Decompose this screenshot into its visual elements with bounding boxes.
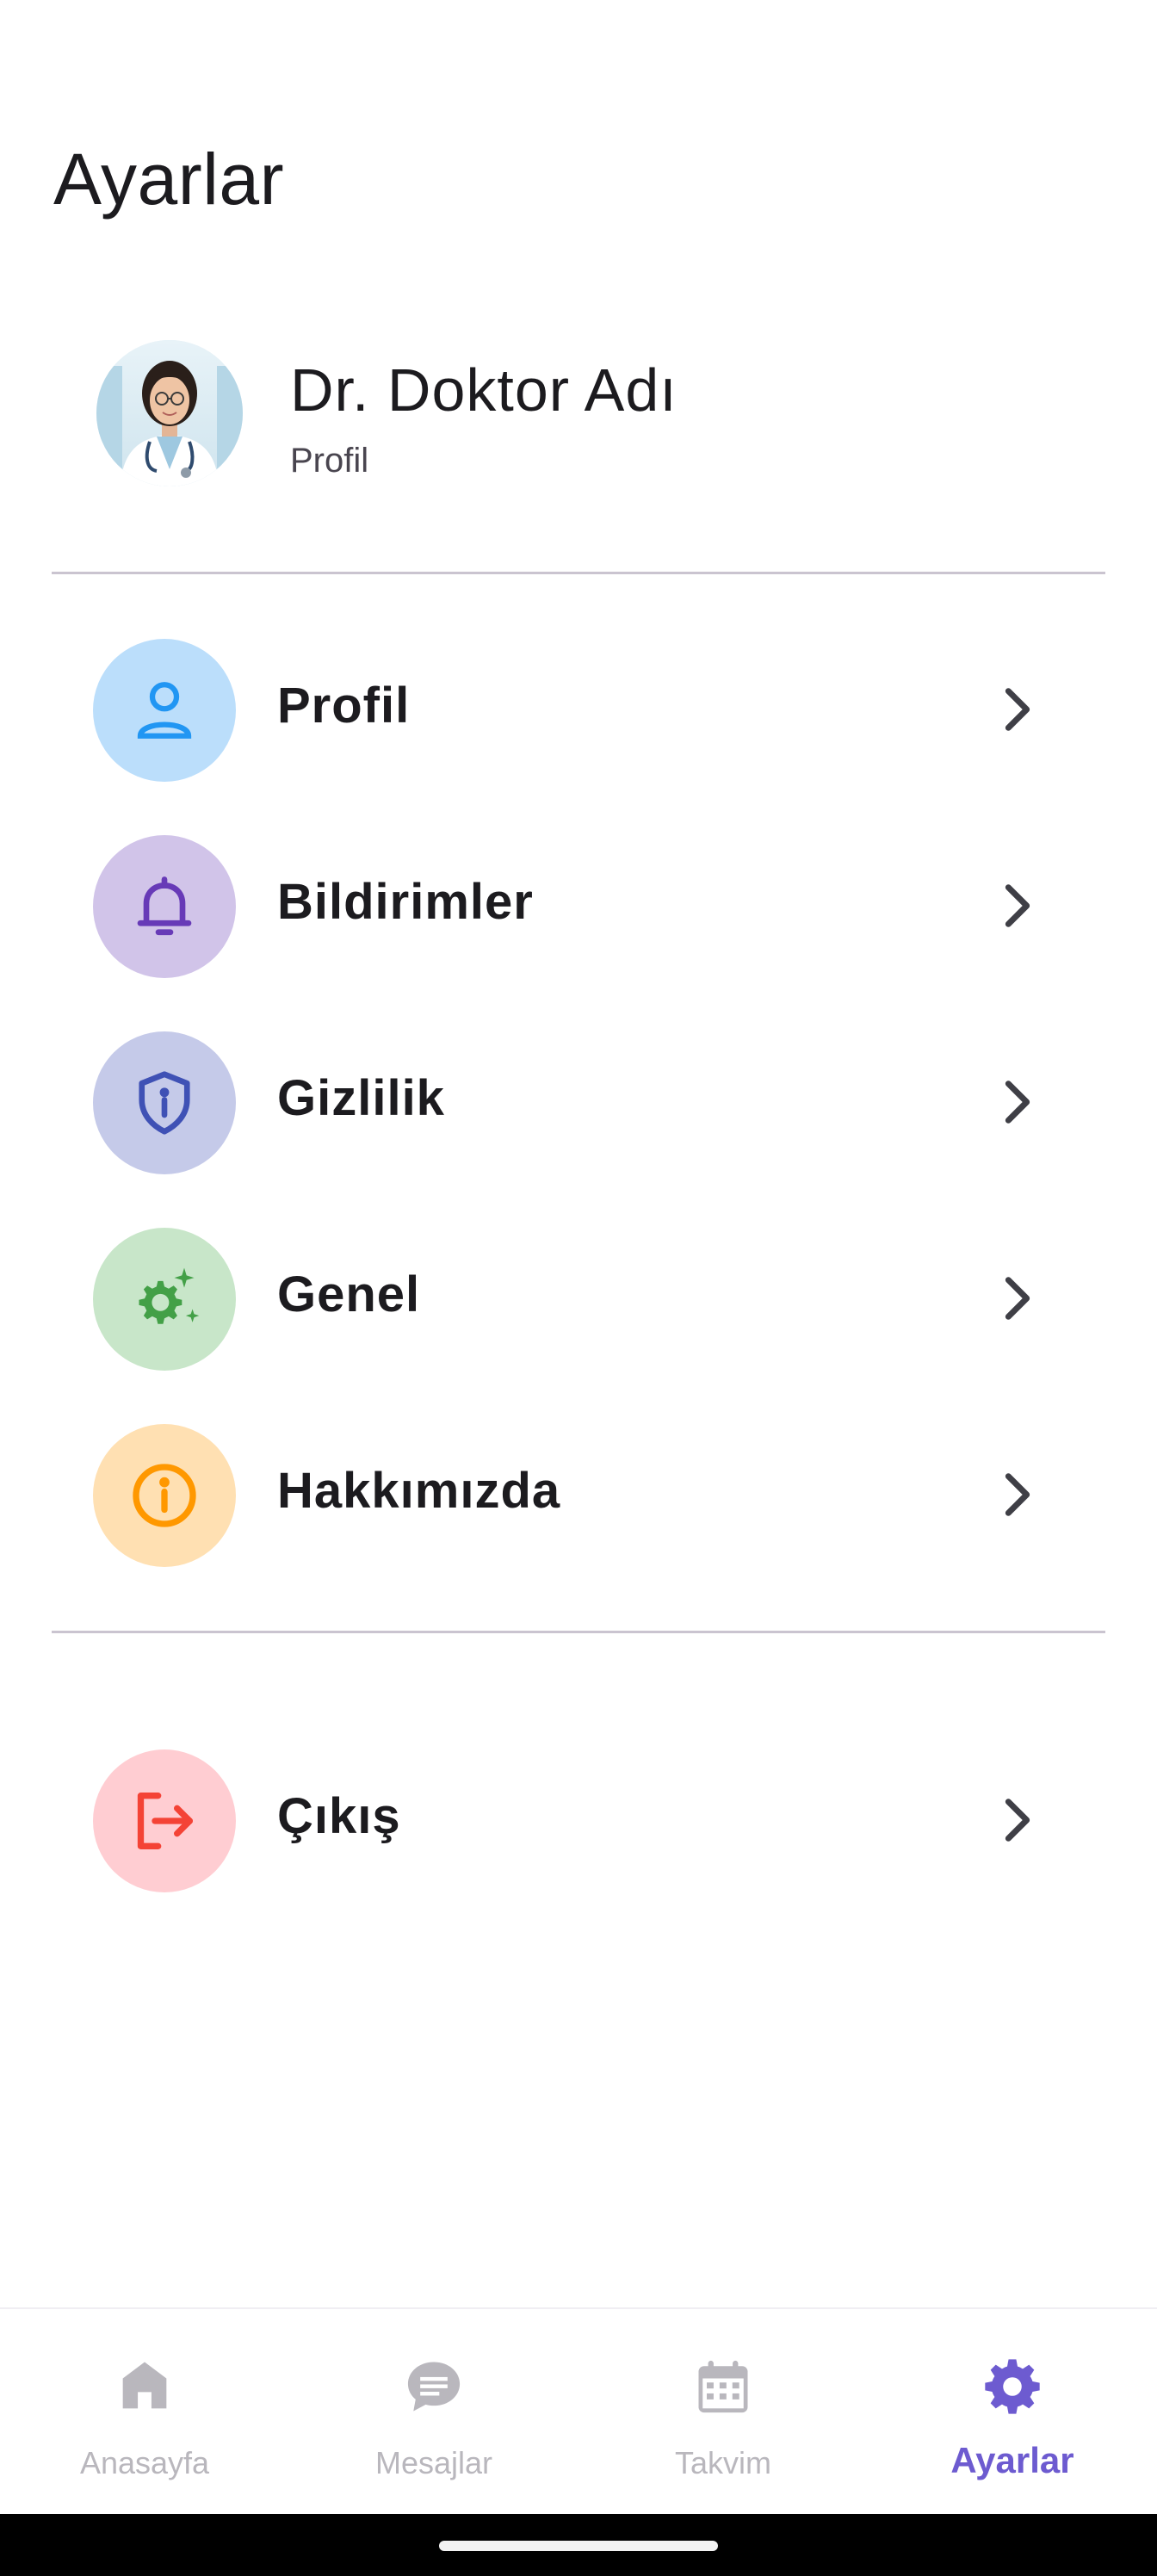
menu-label: Profil <box>277 678 411 734</box>
nav-item-settings[interactable]: Ayarlar <box>868 2309 1157 2516</box>
profile-header[interactable]: Dr. Doktor Adı Profil <box>96 340 1104 491</box>
menu-item-privacy[interactable]: Gizlilik <box>52 1016 1105 1188</box>
info-icon <box>133 1464 196 1527</box>
menu-label: Çıkış <box>277 1788 401 1844</box>
settings-screen: Ayarlar Dr. Doktor Adı Profil Profil Bil… <box>0 0 1157 2576</box>
logout-icon-circle <box>93 1749 236 1892</box>
home-icon <box>122 2362 167 2409</box>
nav-label: Takvim <box>674 2445 771 2480</box>
doctor-avatar-image <box>96 340 243 486</box>
nav-item-calendar[interactable]: Takvim <box>578 2309 868 2516</box>
privacy-icon-circle <box>93 1031 236 1174</box>
menu-label: Hakkımızda <box>277 1463 561 1519</box>
nav-label: Ayarlar <box>950 2440 1074 2480</box>
chevron-right-icon <box>1005 688 1030 731</box>
menu-label: Bildirimler <box>277 874 534 930</box>
avatar <box>96 340 243 486</box>
notifications-icon-circle <box>93 835 236 978</box>
nav-item-home[interactable]: Anasayfa <box>0 2309 289 2516</box>
chevron-right-icon <box>1005 884 1030 927</box>
menu-item-about[interactable]: Hakkımızda <box>52 1409 1105 1581</box>
profile-icon-circle <box>93 639 236 782</box>
bottom-navigation: Anasayfa Mesajlar Takvim Ayarlar <box>0 2307 1157 2514</box>
bell-icon <box>137 876 192 936</box>
chevron-right-icon <box>1005 1473 1030 1516</box>
chat-icon <box>407 2362 461 2412</box>
divider <box>52 1631 1105 1633</box>
chevron-right-icon <box>1005 1277 1030 1320</box>
nav-label: Anasayfa <box>79 2445 210 2480</box>
logout-icon <box>137 1793 193 1849</box>
doctor-name: Dr. Doktor Adı <box>290 356 677 424</box>
home-gesture-handle[interactable] <box>439 2541 718 2551</box>
page-title: Ayarlar <box>53 139 285 220</box>
menu-item-general[interactable]: Genel <box>52 1212 1105 1384</box>
menu-item-logout[interactable]: Çıkış <box>52 1734 1105 1906</box>
nav-label: Mesajlar <box>374 2445 493 2480</box>
calendar-icon <box>698 2360 748 2413</box>
menu-item-profile[interactable]: Profil <box>52 623 1105 796</box>
chevron-right-icon <box>1005 1799 1030 1842</box>
general-icon-circle <box>93 1228 236 1371</box>
about-icon-circle <box>93 1424 236 1567</box>
menu-label: Gizlilik <box>277 1070 445 1126</box>
menu-label: Genel <box>277 1266 421 1322</box>
divider <box>52 572 1105 574</box>
person-icon <box>137 682 192 739</box>
gear-icon <box>985 2359 1040 2414</box>
nav-item-messages[interactable]: Mesajlar <box>289 2309 578 2516</box>
menu-item-notifications[interactable]: Bildirimler <box>52 820 1105 992</box>
chevron-right-icon <box>1005 1081 1030 1124</box>
shield-info-icon <box>139 1071 190 1135</box>
settings-sparkle-icon <box>139 1267 200 1324</box>
profile-subtitle: Profil <box>290 442 369 480</box>
